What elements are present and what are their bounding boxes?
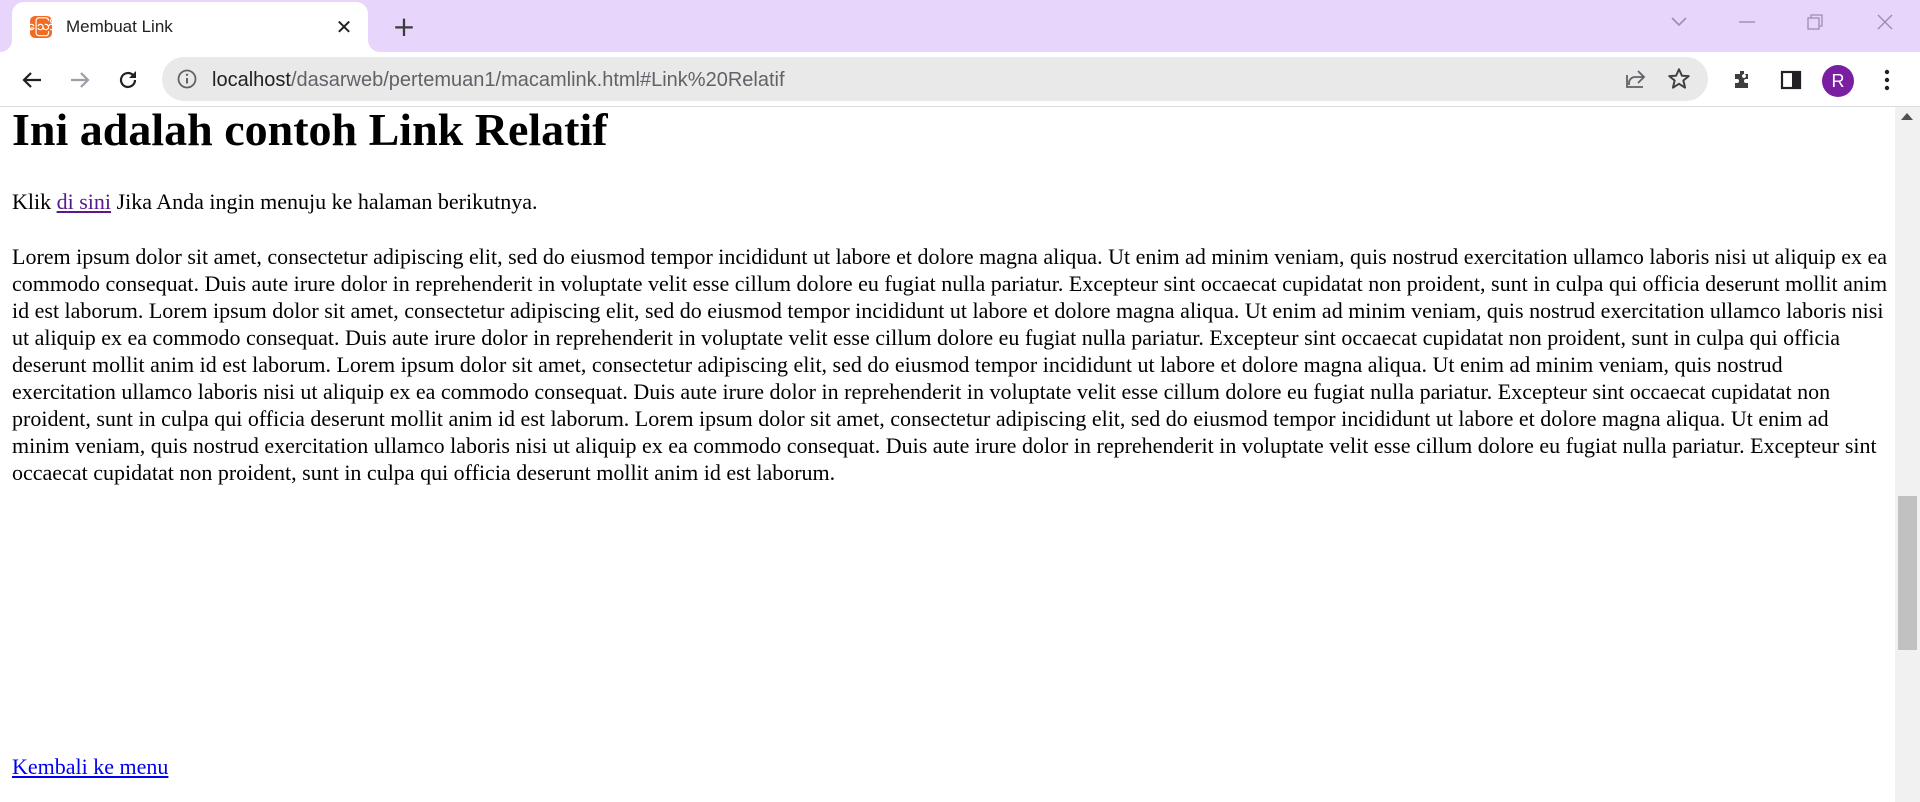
tab-search-icon[interactable] [1650,0,1708,44]
intro-paragraph: Klik di sini Jika Anda ingin menuju ke h… [12,189,538,215]
back-to-menu-link[interactable]: Kembali ke menu [12,754,168,780]
url-text[interactable]: localhost/dasarweb/pertemuan1/macamlink.… [212,69,785,92]
browser-toolbar: localhost/dasarweb/pertemuan1/macamlink.… [0,52,1920,107]
vertical-scrollbar[interactable] [1895,107,1920,802]
share-icon[interactable] [1624,67,1648,91]
reload-icon[interactable] [110,62,146,98]
next-page-link[interactable]: di sini [57,189,111,214]
intro-text-before: Klik [12,189,57,214]
lorem-paragraph: Lorem ipsum dolor sit amet, consectetur … [12,244,1888,485]
url-host: localhost [212,69,291,91]
page-content: Ini adalah contoh Link Relatif Klik di s… [0,107,1895,802]
scrollbar-thumb[interactable] [1898,496,1917,650]
tab-strip: ဪ Membuat Link ✕ + [0,0,1920,52]
tab-title: Membuat Link [66,17,173,36]
scroll-up-arrow-icon[interactable] [1901,113,1913,120]
info-icon[interactable] [176,68,198,90]
star-icon[interactable] [1666,66,1692,92]
tab-close-icon[interactable]: ✕ [330,13,358,41]
forward-arrow-icon[interactable] [62,62,98,98]
restore-window-icon[interactable] [1786,0,1844,44]
intro-text-after: Jika Anda ingin menuju ke halaman beriku… [111,189,538,214]
side-panel-icon[interactable] [1776,65,1806,95]
page-heading: Ini adalah contoh Link Relatif [12,107,608,155]
address-bar[interactable]: localhost/dasarweb/pertemuan1/macamlink.… [162,57,1708,101]
minimize-window-icon[interactable] [1718,0,1776,44]
extensions-icon[interactable] [1728,65,1758,95]
xampp-favicon-icon: ဪ [27,16,55,38]
back-arrow-icon[interactable] [14,62,50,98]
tab-membuat-link[interactable]: ဪ Membuat Link ✕ [12,2,368,52]
more-menu-icon[interactable] [1872,65,1902,95]
close-window-icon[interactable] [1856,0,1914,44]
url-path: /dasarweb/pertemuan1/macamlink.html#Link… [290,69,785,91]
new-tab-button[interactable]: + [388,10,420,43]
profile-avatar[interactable]: R [1822,65,1854,97]
